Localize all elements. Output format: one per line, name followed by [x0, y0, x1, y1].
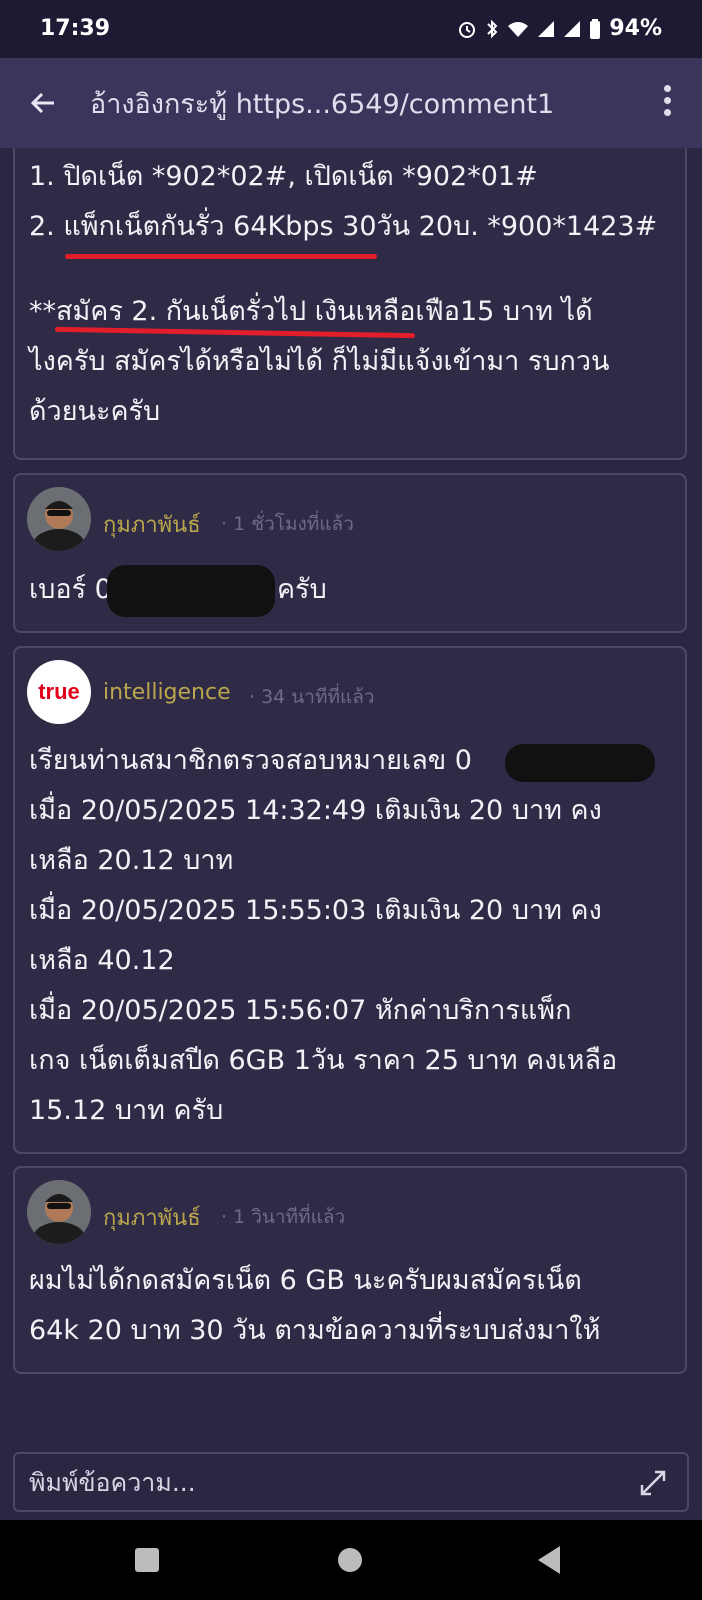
battery-level: 94%: [609, 16, 662, 41]
signal-icon: [538, 20, 555, 37]
timestamp: · 1 ชั่วโมงที่แล้ว: [221, 513, 354, 535]
red-underline: [65, 254, 377, 259]
avatar[interactable]: true: [27, 660, 91, 724]
expand-button[interactable]: [638, 1468, 668, 1498]
expand-icon: [640, 1470, 666, 1496]
status-bar: 17:39 94%: [0, 0, 702, 58]
status-time: 17:39: [40, 16, 111, 41]
true-logo: true: [38, 679, 80, 704]
comment-card: กุมภาพันธ์ · 1 วินาทีที่แล้ว ผมไม่ได้กดส…: [13, 1166, 687, 1374]
user-photo-icon: [27, 1180, 91, 1244]
arrow-left-icon: [30, 92, 54, 114]
redaction-mark: [107, 565, 275, 617]
user-photo-icon: [27, 487, 91, 551]
app-bar: อ้างอิงกระทู้ https...6549/comment1: [0, 58, 702, 148]
post-line: 15.12 บาท ครับ: [29, 1095, 224, 1126]
post-line: ผมไม่ได้กดสมัครเน็ต 6 GB นะครับผมสมัครเน…: [29, 1265, 582, 1296]
post-line: ด้วยนะครับ: [29, 396, 161, 427]
post-line: เมื่อ 20/05/2025 15:55:03 เติมเงิน 20 บา…: [29, 895, 602, 926]
comment-text-end: ครับ: [277, 574, 327, 605]
comment-card: true intelligence · 34 นาทีที่แล้ว เรียน…: [13, 646, 687, 1154]
message-input[interactable]: [13, 1452, 689, 1512]
post-line: เหลือ 20.12 บาท: [29, 845, 234, 876]
post-line: เรียนท่านสมาชิกตรวจสอบหมายเลข 0: [29, 745, 472, 776]
author-name[interactable]: กุมภาพันธ์: [103, 507, 201, 542]
timestamp: · 1 วินาทีที่แล้ว: [221, 1206, 346, 1228]
avatar[interactable]: [27, 1180, 91, 1244]
battery-icon: [590, 18, 601, 39]
quoted-post-card: 1. ปิดเน็ต *902*02#, เปิดเน็ต *902*01# 2…: [13, 148, 687, 460]
comment-card: กุมภาพันธ์ · 1 ชั่วโมงที่แล้ว เบอร์ 0 คร…: [13, 473, 687, 633]
author-name[interactable]: intelligence: [103, 680, 231, 705]
bluetooth-icon: [487, 19, 498, 38]
recents-button[interactable]: [135, 1548, 159, 1572]
post-line: เกจ เน็ตเต็มสปีด 6GB 1วัน ราคา 25 บาท คง…: [29, 1045, 618, 1076]
author-name[interactable]: กุมภาพันธ์: [103, 1200, 201, 1235]
avatar[interactable]: [27, 487, 91, 551]
alarm-icon: [459, 21, 476, 38]
composer: [0, 1440, 702, 1520]
post-line: ไงครับ สมัครได้หรือไม่ได้ ก็ไม่มีแจ้งเข้…: [29, 346, 610, 377]
post-line: เมื่อ 20/05/2025 14:32:49 เติมเงิน 20 บา…: [29, 795, 602, 826]
comment-text-start: เบอร์ 0: [29, 574, 112, 605]
wifi-icon: [508, 21, 529, 37]
post-line: เมื่อ 20/05/2025 15:56:07 หักค่าบริการแพ…: [29, 995, 572, 1026]
post-line: 2. แพ็กเน็ตกันรั่ว 64Kbps 30วัน 20บ. *90…: [29, 211, 658, 242]
redaction-mark: [505, 744, 655, 782]
comment-feed[interactable]: 1. ปิดเน็ต *902*02#, เปิดเน็ต *902*01# 2…: [0, 148, 702, 1440]
more-menu-button[interactable]: [652, 80, 682, 126]
home-button[interactable]: [338, 1548, 362, 1572]
more-vert-icon: [663, 85, 671, 92]
status-icons: 94%: [457, 16, 662, 41]
post-line: เหลือ 40.12: [29, 945, 175, 976]
timestamp: · 34 นาทีที่แล้ว: [249, 686, 375, 708]
back-button[interactable]: [28, 78, 78, 128]
signal-icon-2: [564, 20, 581, 37]
post-line: 1. ปิดเน็ต *902*02#, เปิดเน็ต *902*01#: [29, 161, 538, 192]
page-title: อ้างอิงกระทู้ https...6549/comment1: [90, 89, 555, 120]
system-nav-bar: [0, 1520, 702, 1600]
post-line: 64k 20 บาท 30 วัน ตามข้อความที่ระบบส่งมา…: [29, 1315, 601, 1346]
system-back-button[interactable]: [538, 1546, 560, 1574]
